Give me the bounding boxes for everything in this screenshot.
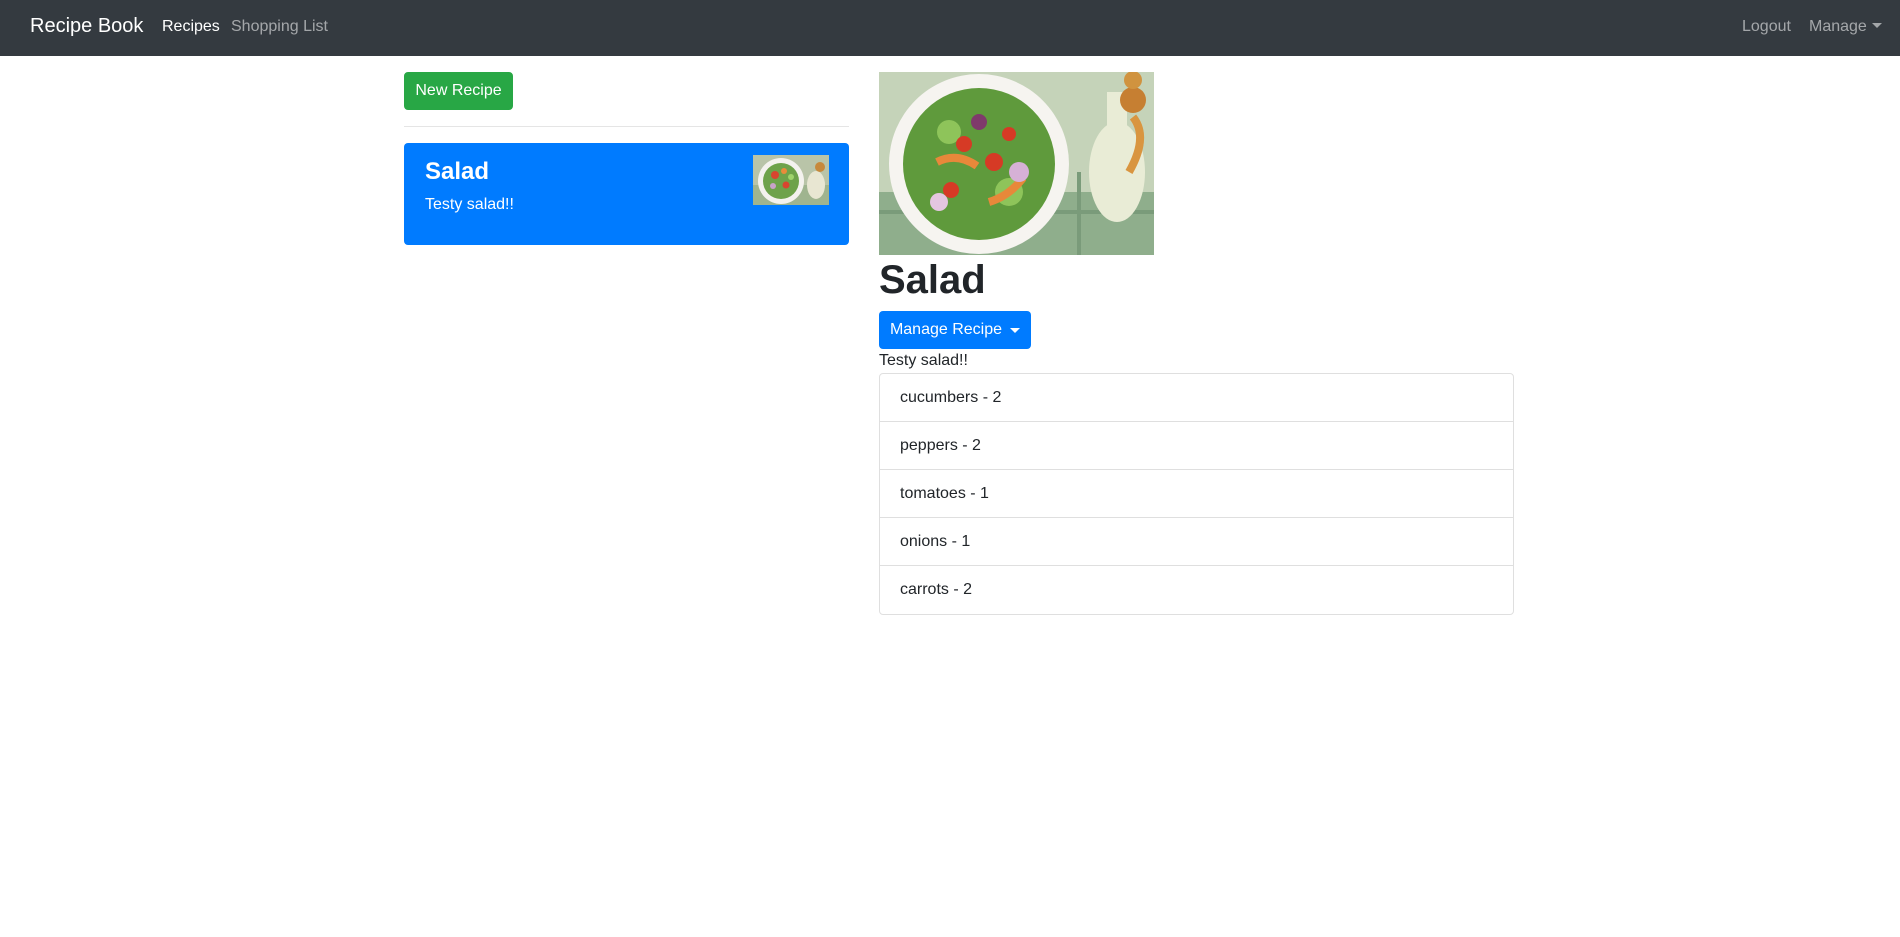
manage-label: Manage	[1809, 18, 1867, 35]
recipe-item-description: Testy salad!!	[425, 196, 514, 213]
recipe-description: Testy salad!!	[879, 352, 968, 369]
logout-link[interactable]: Logout	[1742, 18, 1791, 36]
salad-photo	[879, 72, 1154, 255]
recipe-item-name: Salad	[425, 158, 490, 185]
recipe-image	[879, 72, 1154, 255]
ingredient-item[interactable]: tomatoes - 1	[880, 470, 1513, 518]
manage-recipe-label: Manage Recipe	[889, 321, 1003, 338]
nav-recipes-link[interactable]: Recipes	[162, 18, 220, 36]
caret-down-icon	[1010, 327, 1021, 333]
divider	[404, 126, 849, 127]
salad-photo	[753, 155, 829, 205]
recipe-list-item[interactable]: Salad Testy salad!!	[404, 143, 849, 245]
recipe-thumbnail-image	[753, 155, 829, 205]
ingredients-list: cucumbers - 2 peppers - 2 tomatoes - 1 o…	[879, 373, 1514, 615]
nav-shopping-list-link[interactable]: Shopping List	[231, 18, 328, 36]
new-recipe-button[interactable]: New Recipe	[404, 72, 513, 110]
recipe-title: Salad	[879, 258, 986, 302]
manage-dropdown-toggle[interactable]: Manage	[1809, 18, 1882, 36]
ingredient-item[interactable]: onions - 1	[880, 518, 1513, 566]
top-navbar: Recipe Book Recipes Shopping List Logout…	[0, 0, 1900, 56]
ingredient-item[interactable]: cucumbers - 2	[880, 374, 1513, 422]
manage-recipe-dropdown-button[interactable]: Manage Recipe	[879, 311, 1031, 349]
caret-down-icon	[1871, 23, 1882, 28]
ingredient-item[interactable]: carrots - 2	[880, 566, 1513, 614]
ingredient-item[interactable]: peppers - 2	[880, 422, 1513, 470]
brand-link[interactable]: Recipe Book	[30, 15, 143, 38]
